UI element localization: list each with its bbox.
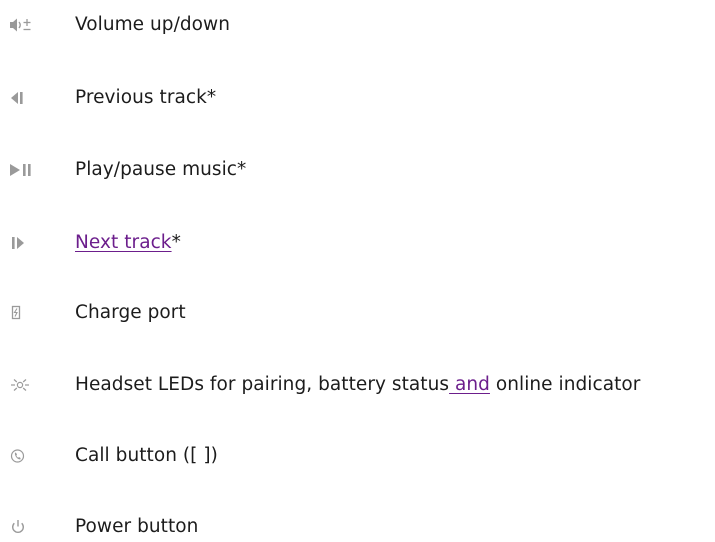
play-pause-icon bbox=[8, 159, 42, 181]
legend-item-label: Volume up/down bbox=[75, 14, 231, 35]
leds-text-prefix: Headset LEDs for pairing, battery status bbox=[75, 374, 450, 395]
legend-item-power-button: Power button bbox=[0, 512, 715, 542]
and-link[interactable]: and bbox=[449, 374, 490, 395]
legend-item-label: Headset LEDs for pairing, battery status… bbox=[75, 370, 640, 400]
power-icon bbox=[8, 516, 42, 538]
legend-item-label: Call button ([ ]) bbox=[75, 445, 218, 466]
legend-item-call-button: Call button ([ ]) bbox=[0, 441, 715, 471]
legend-item-label: Charge port bbox=[75, 302, 186, 323]
led-icon bbox=[8, 374, 42, 396]
leds-text-suffix: online indicator bbox=[489, 374, 641, 395]
legend-item-label: Next track* bbox=[75, 228, 181, 258]
legend-item-label: Previous track* bbox=[75, 87, 217, 108]
volume-up-down-icon bbox=[8, 14, 42, 36]
legend-item-charge-port: Charge port bbox=[0, 298, 715, 328]
legend-item-leds: Headset LEDs for pairing, battery status… bbox=[0, 370, 715, 400]
footnote-marker: * bbox=[171, 232, 181, 253]
legend-item-previous-track: Previous track* bbox=[0, 83, 715, 113]
legend-item-play-pause: Play/pause music* bbox=[0, 155, 715, 185]
controls-legend: Volume up/down Previous track* Play/paus… bbox=[0, 0, 715, 540]
legend-item-label: Power button bbox=[75, 516, 199, 537]
charge-port-icon bbox=[8, 302, 42, 324]
legend-item-next-track: Next track* bbox=[0, 228, 715, 258]
next-track-link[interactable]: Next track bbox=[75, 232, 172, 253]
call-icon bbox=[8, 445, 42, 467]
legend-item-label: Play/pause music* bbox=[75, 159, 247, 180]
legend-item-volume: Volume up/down bbox=[0, 10, 715, 40]
previous-track-icon bbox=[8, 87, 42, 109]
next-track-icon bbox=[8, 232, 42, 254]
